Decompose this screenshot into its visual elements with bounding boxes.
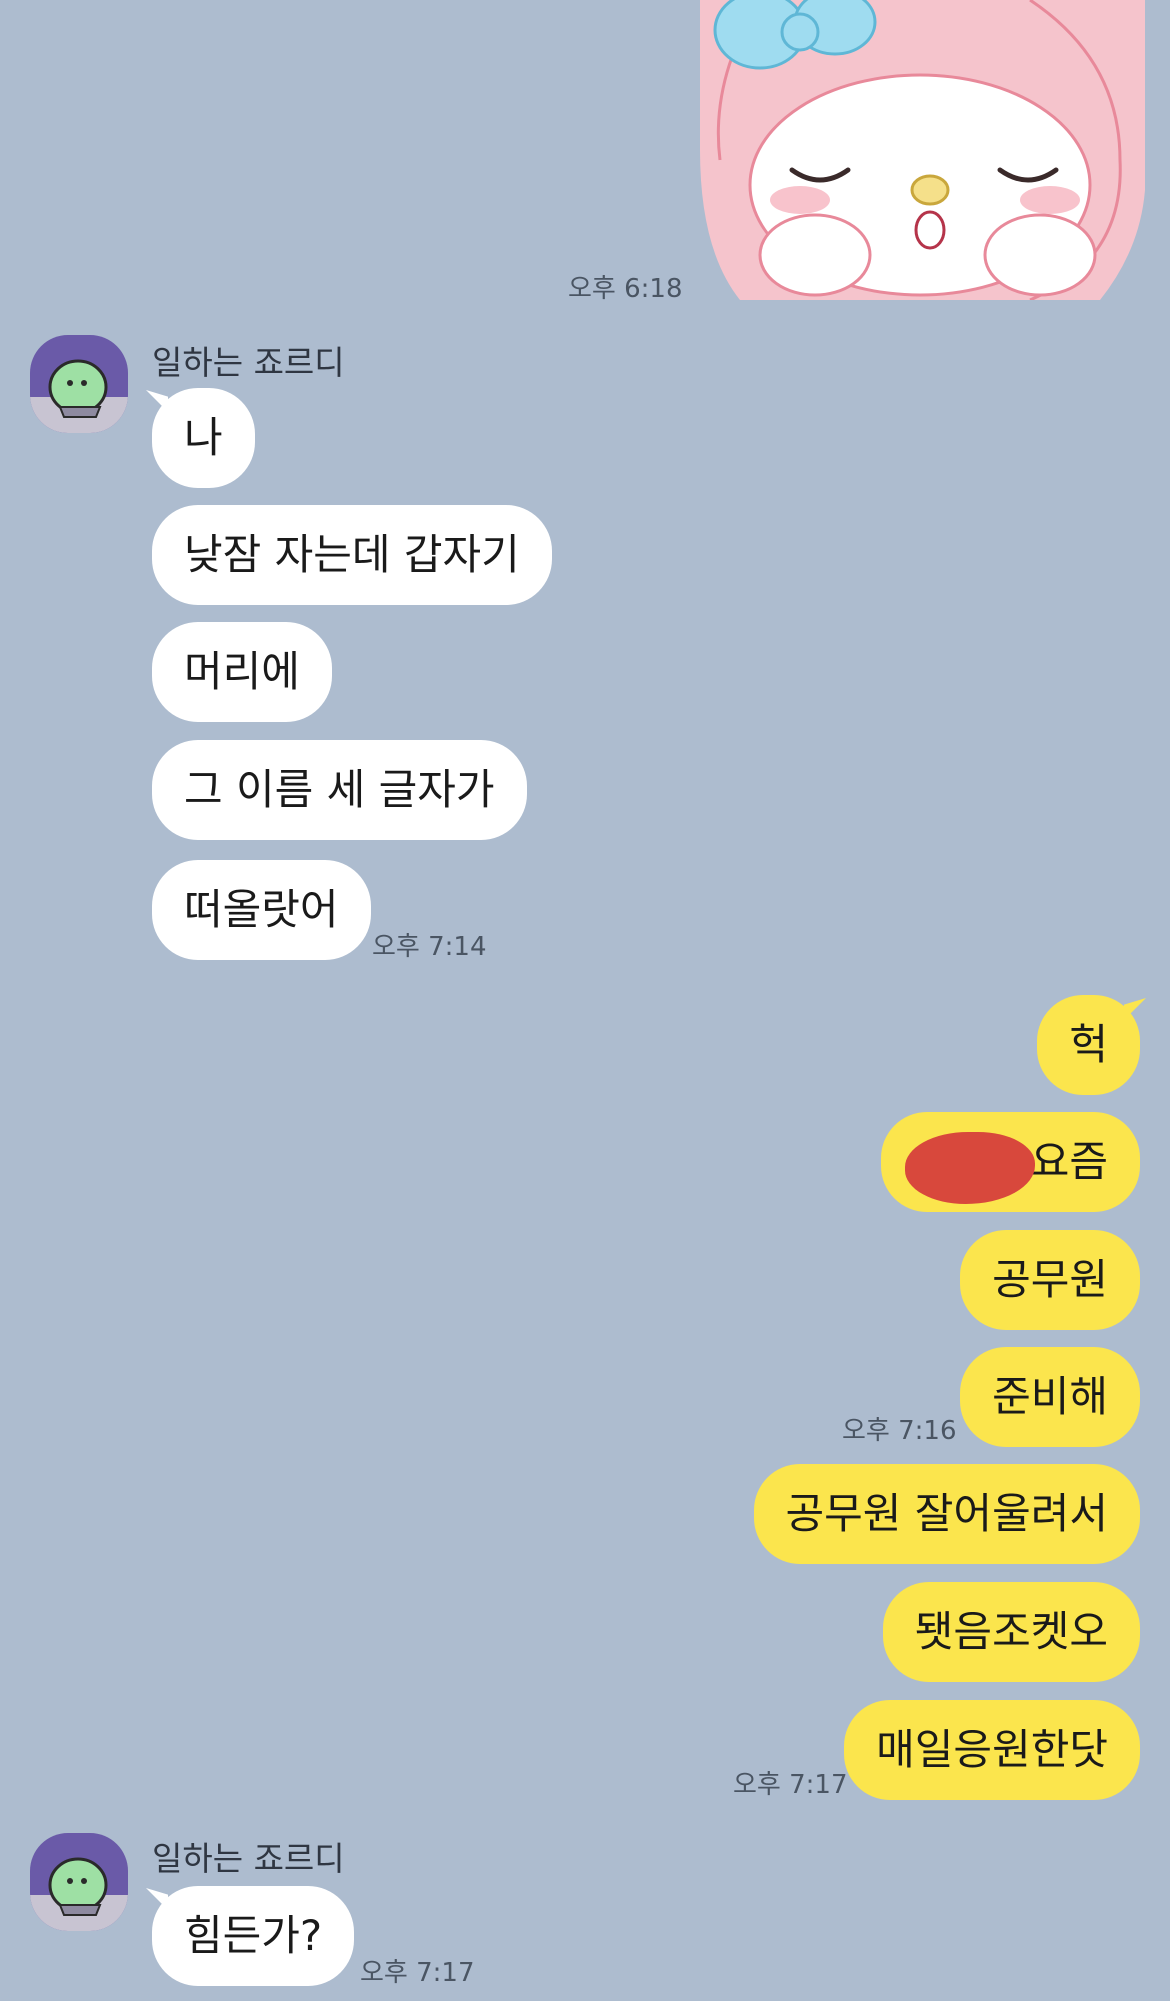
message-bubble[interactable]: 공무원 잘어울려서 <box>753 1464 1140 1564</box>
message-timestamp: 오후 7:17 <box>360 1958 475 1988</box>
message-text: 요즘 <box>1030 1137 1108 1186</box>
my-melody-sticker-icon[interactable] <box>700 0 1145 302</box>
message-bubble[interactable]: 헉 <box>1037 995 1140 1095</box>
message-bubble[interactable]: 머리에 <box>152 622 332 722</box>
message-bubble[interactable]: 힘든가? <box>152 1886 355 1986</box>
message-timestamp: 오후 7:16 <box>842 1416 957 1446</box>
jordy-avatar-icon[interactable] <box>30 335 128 433</box>
sticker-timestamp: 오후 6:18 <box>568 274 683 304</box>
message-bubble[interactable]: 매일응원한닷 <box>844 1700 1140 1800</box>
jordy-avatar-icon[interactable] <box>30 1833 128 1931</box>
sender-name: 일하는 죠르디 <box>152 343 345 382</box>
message-timestamp: 오후 7:17 <box>733 1770 848 1800</box>
message-timestamp: 오후 7:14 <box>372 932 487 962</box>
message-bubble[interactable]: 됏음조켓오 <box>882 1582 1140 1682</box>
message-bubble[interactable]: 그 이름 세 글자가 <box>152 740 527 840</box>
message-bubble[interactable]: 공무원 <box>960 1230 1140 1330</box>
message-bubble[interactable]: 나 <box>152 388 255 488</box>
sender-name: 일하는 죠르디 <box>152 1839 345 1878</box>
message-bubble[interactable]: 낮잠 자는데 갑자기 <box>152 505 552 605</box>
message-bubble[interactable]: 준비해 <box>960 1347 1140 1447</box>
message-bubble[interactable]: 떠올랏어 <box>152 860 371 960</box>
